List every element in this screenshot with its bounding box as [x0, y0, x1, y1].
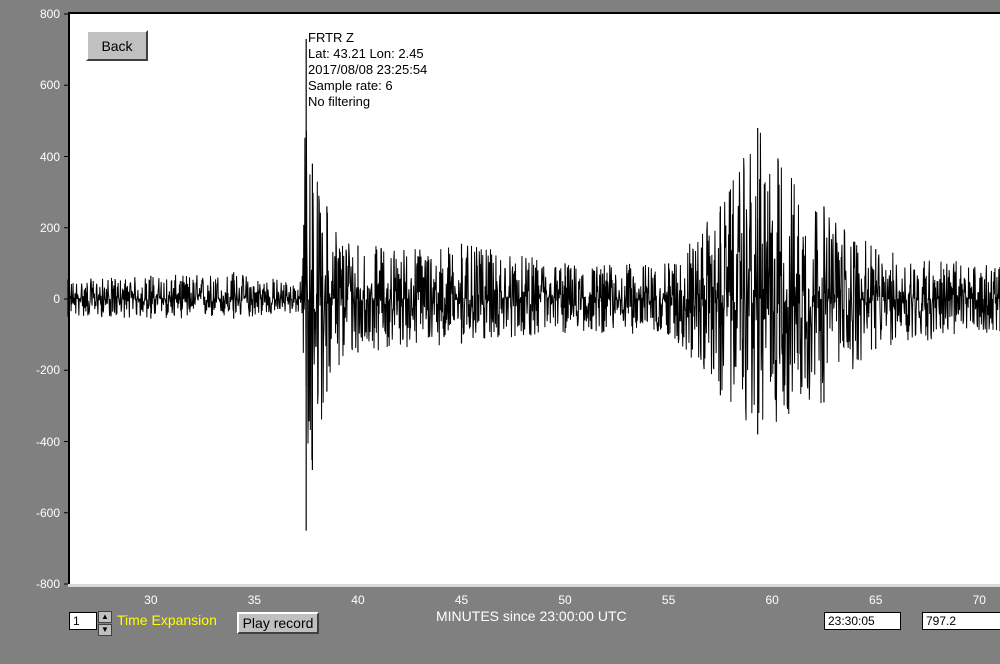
spin-down-icon[interactable]: ▼ — [98, 624, 112, 636]
station-info: FRTR Z Lat: 43.21 Lon: 2.45 2017/08/08 2… — [308, 30, 427, 110]
y-tick-label: 800 — [39, 7, 60, 21]
record-datetime: 2017/08/08 23:25:54 — [308, 62, 428, 77]
y-tick-label: 200 — [39, 220, 60, 235]
x-tick-label: 60 — [765, 593, 779, 607]
sample-rate: Sample rate: 6 — [308, 78, 393, 93]
plot-bottom-edge — [68, 584, 1000, 587]
plot-area — [68, 12, 1000, 584]
x-tick-label: 50 — [558, 593, 572, 607]
time-expansion-input[interactable]: 1 — [69, 612, 97, 630]
x-tick-label: 65 — [869, 593, 883, 607]
x-axis-label: MINUTES since 23:00:00 UTC — [436, 608, 627, 624]
y-tick-label: -600 — [35, 505, 60, 520]
spin-up-icon[interactable]: ▲ — [98, 611, 112, 623]
x-tick-label: 55 — [661, 593, 676, 607]
x-tick-label: 35 — [247, 593, 262, 607]
time-expansion-label: Time Expansion — [117, 612, 217, 628]
filter-status: No filtering — [308, 94, 371, 109]
y-tick-label: 400 — [39, 149, 60, 164]
x-tick-label: 45 — [454, 593, 469, 607]
station-code: FRTR Z — [308, 30, 354, 45]
y-tick-label: -800 — [35, 577, 60, 591]
x-tick-label: 40 — [351, 593, 365, 607]
play-record-button[interactable]: Play record — [237, 612, 319, 634]
y-tick-label: -200 — [35, 363, 60, 378]
y-tick-label: -400 — [35, 434, 60, 449]
cursor-time-readout[interactable]: 23:30:05 — [824, 612, 901, 630]
back-button[interactable]: Back — [86, 30, 148, 61]
y-tick-label: 0 — [53, 292, 60, 306]
station-location: Lat: 43.21 Lon: 2.45 — [308, 46, 424, 61]
cursor-value-readout[interactable]: 797.2 — [922, 612, 1000, 630]
x-tick-label: 30 — [144, 593, 158, 607]
y-tick-label: 600 — [39, 78, 60, 93]
x-tick-label: 70 — [972, 593, 986, 607]
